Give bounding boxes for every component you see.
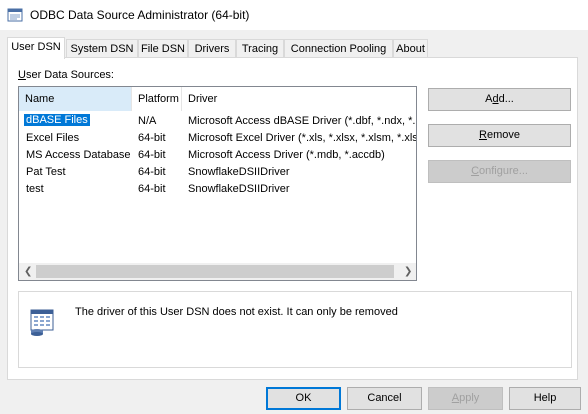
ok-button[interactable]: OK [266, 387, 341, 410]
window-title: ODBC Data Source Administrator (64-bit) [30, 8, 250, 22]
dsn-name: dBASE Files [24, 114, 90, 126]
cancel-button[interactable]: Cancel [347, 387, 422, 410]
dsn-platform: 64-bit [138, 166, 166, 178]
dsn-driver: Microsoft Access dBASE Driver (*.dbf, *.… [188, 115, 417, 127]
odbc-app-icon [7, 8, 23, 22]
tab-connection-pooling[interactable]: Connection Pooling [284, 39, 393, 58]
dsn-name: Pat Test [26, 166, 66, 178]
column-header-driver[interactable]: Driver [182, 87, 416, 111]
dsn-name: test [26, 183, 44, 195]
tab-user-dsn[interactable]: User DSN [7, 37, 65, 59]
dsn-name: Excel Files [26, 132, 80, 144]
scroll-thumb[interactable] [36, 265, 394, 278]
column-header-name[interactable]: Name [19, 87, 132, 111]
dsn-platform: 64-bit [138, 149, 166, 161]
tab-tracing[interactable]: Tracing [236, 39, 284, 58]
dsn-platform: N/A [138, 115, 157, 127]
list-item[interactable]: MS Access Database 64-bit Microsoft Acce… [19, 147, 416, 164]
dsn-name: MS Access Database [26, 149, 131, 161]
dsn-platform: 64-bit [138, 183, 166, 195]
scroll-left-icon[interactable]: ❮ [24, 266, 32, 277]
data-sources-list[interactable]: Name Platform Driver dBASE Files N/A Mic… [18, 86, 417, 281]
list-header: Name Platform Driver [19, 87, 416, 111]
column-header-platform[interactable]: Platform [132, 87, 182, 111]
tab-drivers[interactable]: Drivers [188, 39, 236, 58]
tab-system-dsn[interactable]: System DSN [66, 39, 138, 58]
list-item[interactable]: Excel Files 64-bit Microsoft Excel Drive… [19, 130, 416, 147]
configure-button[interactable]: Configure... [428, 160, 571, 183]
dsn-driver: Microsoft Excel Driver (*.xls, *.xlsx, *… [188, 132, 417, 144]
list-item[interactable]: Pat Test 64-bit SnowflakeDSIIDriver [19, 164, 416, 181]
help-button[interactable]: Help [509, 387, 581, 410]
list-item[interactable]: dBASE Files N/A Microsoft Access dBASE D… [19, 113, 416, 130]
data-source-icon [30, 309, 54, 336]
dsn-info-message: The driver of this User DSN does not exi… [75, 306, 398, 318]
remove-button[interactable]: Remove [428, 124, 571, 147]
apply-button[interactable]: Apply [428, 387, 503, 410]
tab-about[interactable]: About [393, 39, 428, 58]
user-data-sources-label: User Data Sources: [18, 69, 114, 81]
dsn-driver: Microsoft Access Driver (*.mdb, *.accdb) [188, 149, 385, 161]
horizontal-scrollbar[interactable]: ❮ ❯ [19, 263, 416, 280]
title-bar: ODBC Data Source Administrator (64-bit) [0, 0, 588, 30]
dsn-driver: SnowflakeDSIIDriver [188, 166, 290, 178]
scroll-right-icon[interactable]: ❯ [404, 266, 412, 277]
tab-file-dsn[interactable]: File DSN [138, 39, 188, 58]
dsn-info-box: The driver of this User DSN does not exi… [18, 291, 572, 368]
dsn-driver: SnowflakeDSIIDriver [188, 183, 290, 195]
list-item[interactable]: test 64-bit SnowflakeDSIIDriver [19, 181, 416, 198]
dsn-platform: 64-bit [138, 132, 166, 144]
add-button[interactable]: Add... [428, 88, 571, 111]
